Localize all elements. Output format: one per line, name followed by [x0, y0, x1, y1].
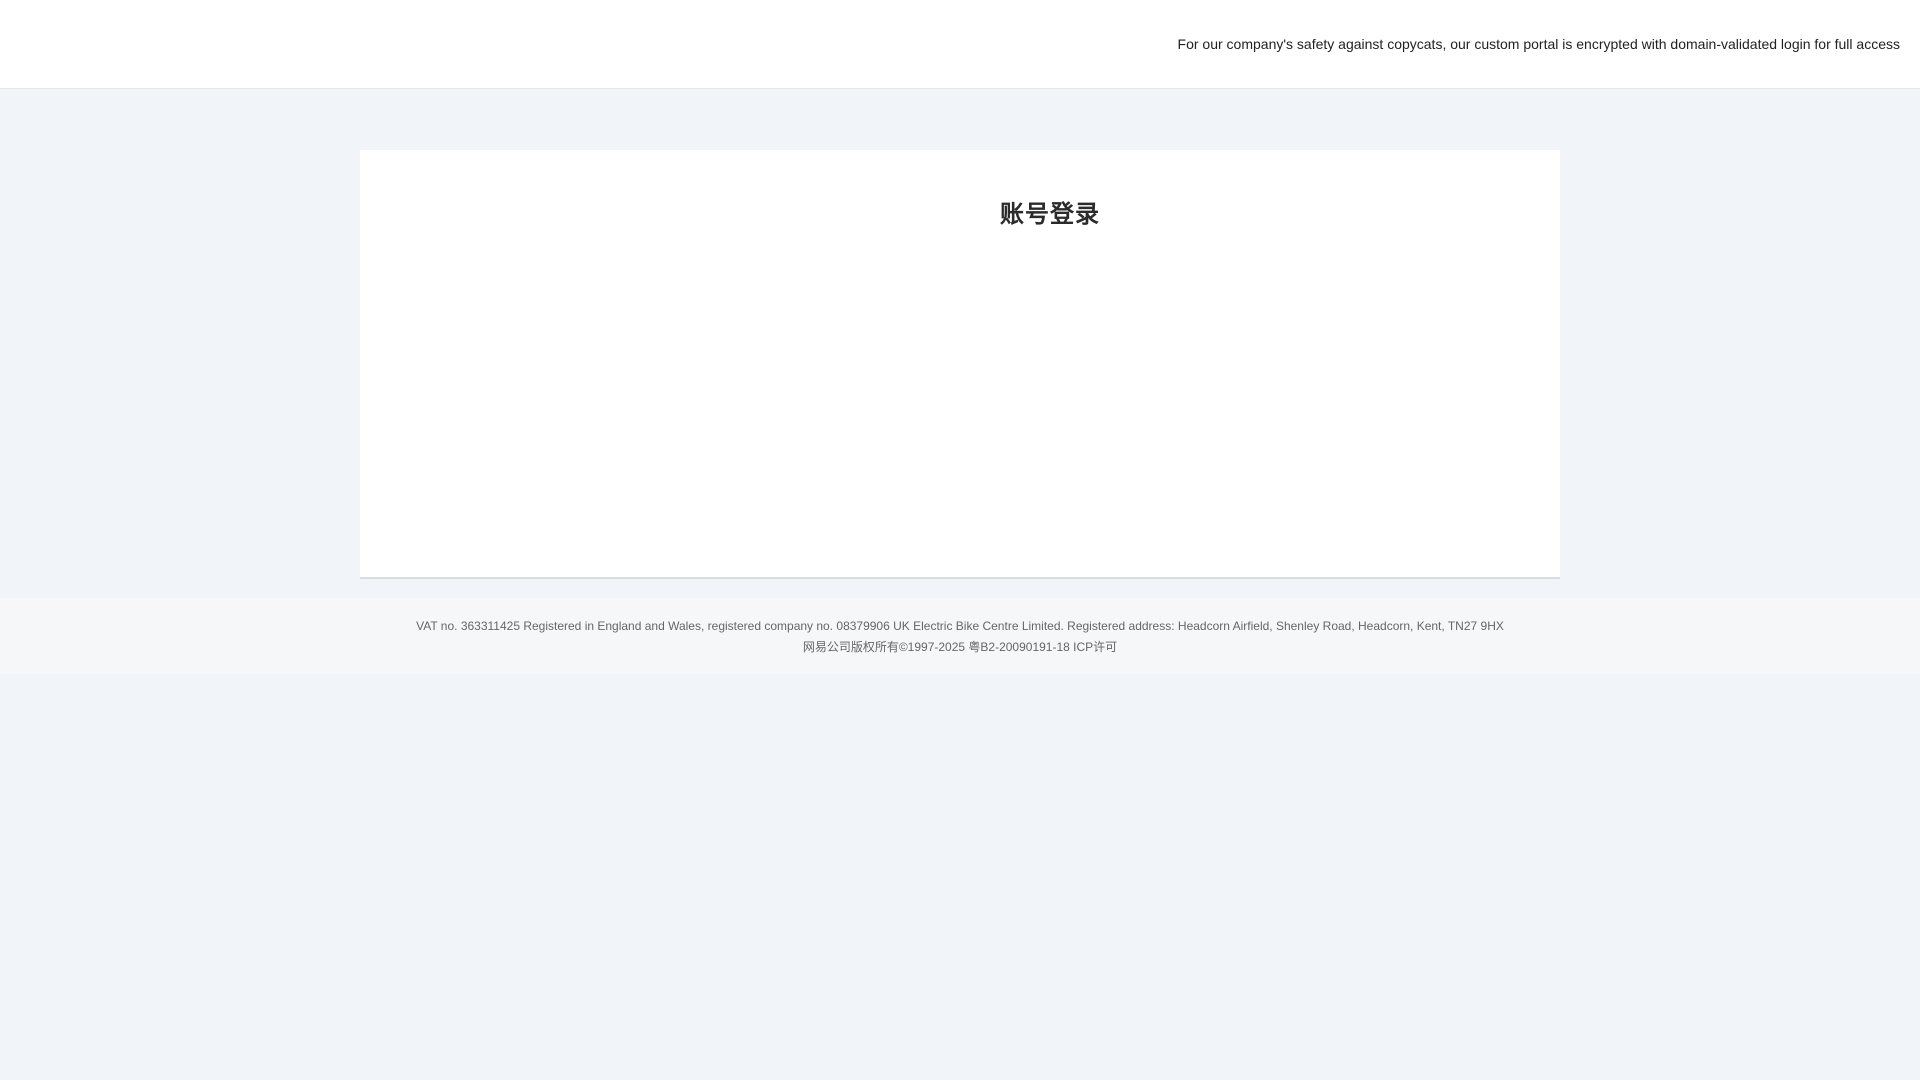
login-form-area — [360, 260, 1560, 560]
security-notice: For our company's safety against copycat… — [1177, 36, 1900, 52]
login-panel: 账号登录 — [360, 150, 1560, 579]
page-footer: VAT no. 363311425 Registered in England … — [0, 598, 1920, 674]
top-header-bar: For our company's safety against copycat… — [0, 0, 1920, 89]
login-title: 账号登录 — [1000, 201, 1100, 228]
footer-copyright-text: 网易公司版权所有©1997-2025 粤B2-20090191-18 ICP许可 — [802, 640, 1118, 654]
footer-registration-text: VAT no. 363311425 Registered in England … — [416, 619, 1504, 633]
